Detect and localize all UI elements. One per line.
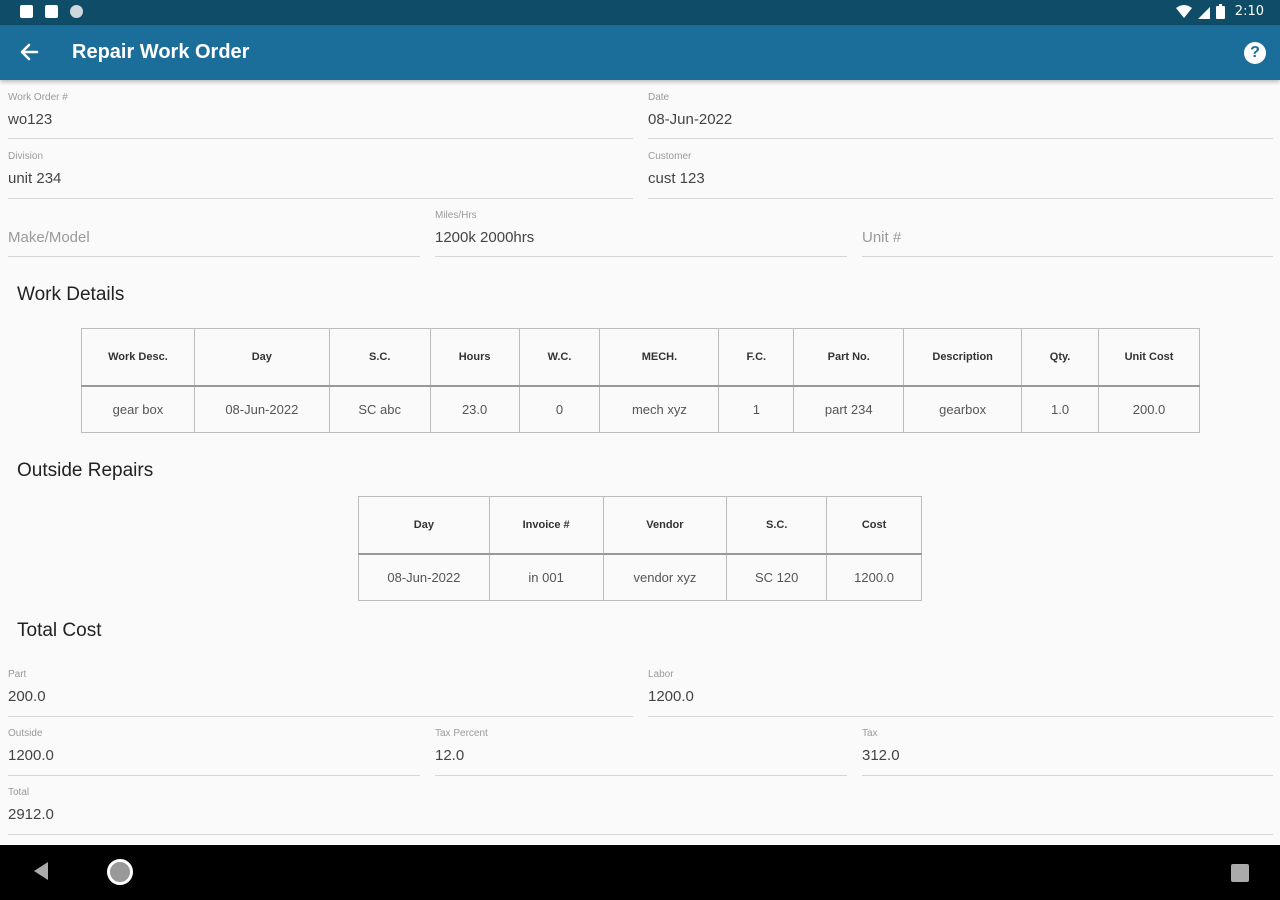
outside-repairs-table: Day Invoice # Vendor S.C. Cost 08-Jun-20… — [358, 496, 922, 601]
table-cell: SC 120 — [726, 553, 828, 601]
table-row[interactable]: 08-Jun-2022 in 001 vendor xyz SC 120 120… — [358, 553, 922, 601]
column-header: Work Desc. — [81, 328, 195, 386]
labor-cost-label: Labor — [648, 669, 674, 680]
table-cell: SC abc — [328, 385, 431, 433]
tax-percent-value: 12.0 — [435, 747, 465, 764]
column-header: Qty. — [1021, 328, 1100, 386]
total-value: 2912.0 — [8, 806, 54, 823]
make-model-placeholder: Make/Model — [8, 229, 90, 246]
column-header: Description — [903, 328, 1023, 386]
table-cell: 1 — [718, 385, 795, 433]
total-field[interactable]: Total 2912.0 — [8, 787, 420, 835]
outside-cost-value: 1200.0 — [8, 747, 54, 764]
table-cell: gearbox — [903, 385, 1023, 433]
sd-card-icon — [45, 5, 58, 18]
clock: 2:10 — [1234, 4, 1264, 19]
divider — [420, 834, 1273, 835]
part-cost-field[interactable]: Part 200.0 — [8, 669, 633, 717]
system-icons: 2:10 — [1175, 4, 1264, 19]
nav-back-icon[interactable] — [30, 860, 52, 882]
miles-hrs-value: 1200k 2000hrs — [435, 229, 535, 246]
customer-value: cust 123 — [648, 170, 705, 187]
table-cell: 200.0 — [1098, 385, 1200, 433]
table-cell: vendor xyz — [602, 553, 728, 601]
column-header: Day — [358, 496, 490, 554]
unit-number-placeholder: Unit # — [862, 229, 902, 246]
labor-cost-field[interactable]: Labor 1200.0 — [648, 669, 1273, 717]
total-label: Total — [8, 787, 30, 798]
unit-number-field[interactable]: Unit # — [862, 210, 1273, 257]
column-header: Part No. — [793, 328, 905, 386]
work-order-label: Work Order # — [8, 92, 68, 103]
sync-icon — [70, 5, 83, 18]
labor-cost-value: 1200.0 — [648, 688, 694, 705]
tax-percent-field[interactable]: Tax Percent 12.0 — [435, 728, 847, 776]
table-cell: 08-Jun-2022 — [358, 553, 490, 601]
table-cell: in 001 — [488, 553, 604, 601]
table-cell: mech xyz — [599, 385, 720, 433]
navigation-bar — [0, 845, 1280, 900]
division-field[interactable]: Division unit 234 — [8, 151, 633, 199]
tax-value: 312.0 — [862, 747, 900, 764]
nav-recents-icon[interactable] — [1231, 864, 1249, 882]
total-cost-title: Total Cost — [17, 620, 102, 641]
table-cell: gear box — [81, 385, 195, 433]
column-header: W.C. — [518, 328, 601, 386]
battery-icon — [1215, 4, 1225, 19]
nav-home-icon[interactable] — [107, 859, 133, 885]
customer-label: Customer — [648, 151, 692, 162]
column-header: MECH. — [599, 328, 720, 386]
column-header: Hours — [429, 328, 520, 386]
column-header: Day — [193, 328, 330, 386]
date-label: Date — [648, 92, 670, 103]
page-title: Repair Work Order — [72, 41, 250, 63]
column-header: Invoice # — [488, 496, 604, 554]
wifi-icon — [1175, 4, 1192, 18]
date-value: 08-Jun-2022 — [648, 111, 733, 128]
miles-hrs-label: Miles/Hrs — [435, 210, 477, 221]
customer-field[interactable]: Customer cust 123 — [648, 151, 1273, 199]
make-model-field[interactable]: Make/Model — [8, 210, 420, 257]
table-cell: 23.0 — [429, 385, 520, 433]
signal-icon — [1197, 6, 1210, 19]
work-order-value: wo123 — [8, 111, 53, 128]
miles-hrs-field[interactable]: Miles/Hrs 1200k 2000hrs — [435, 210, 847, 257]
tax-percent-label: Tax Percent — [435, 728, 488, 739]
help-icon[interactable]: ? — [1244, 42, 1266, 64]
work-details-header-row: Work Desc. Day S.C. Hours W.C. MECH. F.C… — [81, 328, 1200, 386]
work-order-field[interactable]: Work Order # wo123 — [8, 92, 633, 139]
notification-icon — [20, 5, 33, 18]
table-cell: 1.0 — [1021, 385, 1100, 433]
table-row[interactable]: gear box 08-Jun-2022 SC abc 23.0 0 mech … — [81, 385, 1200, 433]
column-header: Cost — [826, 496, 922, 554]
table-cell: 08-Jun-2022 — [193, 385, 330, 433]
status-bar: 2:10 — [0, 0, 1280, 25]
outside-repairs-title: Outside Repairs — [17, 460, 154, 481]
column-header: S.C. — [726, 496, 828, 554]
outside-cost-field[interactable]: Outside 1200.0 — [8, 728, 420, 776]
outside-cost-label: Outside — [8, 728, 43, 739]
division-value: unit 234 — [8, 170, 62, 187]
outside-repairs-header-row: Day Invoice # Vendor S.C. Cost — [358, 496, 922, 554]
table-cell: 0 — [518, 385, 601, 433]
column-header: Vendor — [602, 496, 728, 554]
column-header: S.C. — [328, 328, 431, 386]
table-cell: part 234 — [793, 385, 905, 433]
part-cost-value: 200.0 — [8, 688, 46, 705]
date-field[interactable]: Date 08-Jun-2022 — [648, 92, 1273, 139]
column-header: Unit Cost — [1098, 328, 1200, 386]
back-arrow-icon[interactable] — [14, 37, 44, 67]
tax-field[interactable]: Tax 312.0 — [862, 728, 1273, 776]
work-details-table: Work Desc. Day S.C. Hours W.C. MECH. F.C… — [81, 328, 1200, 433]
notification-icons — [20, 5, 83, 18]
tax-label: Tax — [862, 728, 878, 739]
app-bar: Repair Work Order ? — [0, 25, 1280, 80]
division-label: Division — [8, 151, 44, 162]
work-details-title: Work Details — [17, 284, 125, 305]
table-cell: 1200.0 — [826, 553, 922, 601]
column-header: F.C. — [718, 328, 795, 386]
part-cost-label: Part — [8, 669, 27, 680]
